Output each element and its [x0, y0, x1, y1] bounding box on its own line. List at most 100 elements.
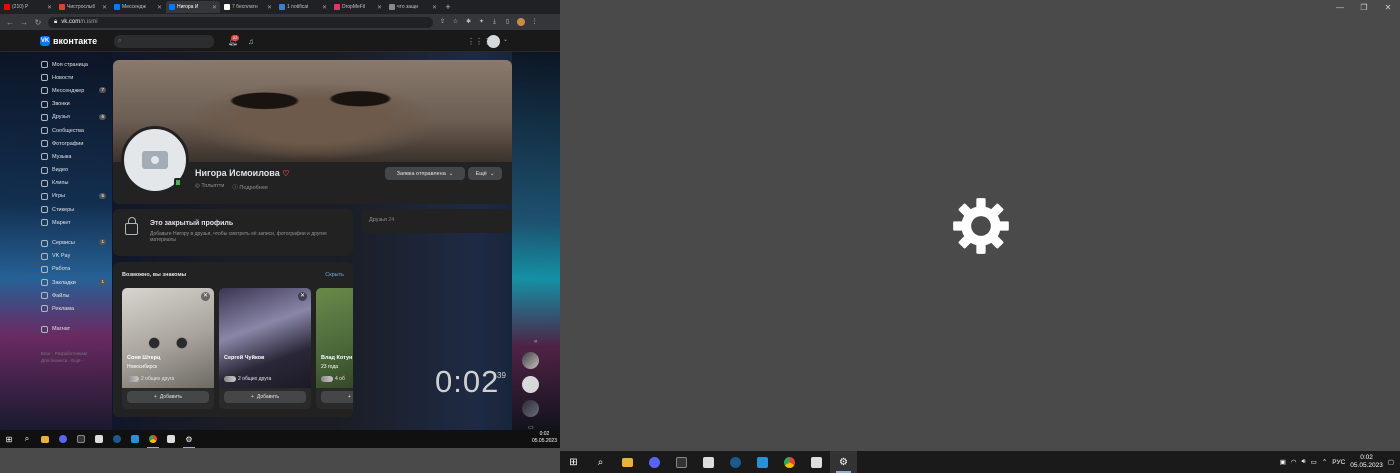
- windows-start-icon[interactable]: ⊞: [0, 430, 18, 448]
- hide-suggestions-link[interactable]: Скрыть: [325, 272, 344, 278]
- music-icon[interactable]: ♫: [248, 37, 254, 46]
- search-input[interactable]: ⌕: [114, 35, 214, 48]
- steam-icon[interactable]: [108, 430, 126, 448]
- sidebar-item[interactable]: Новости: [38, 71, 110, 84]
- download-icon[interactable]: ⤓: [491, 19, 498, 26]
- close-icon[interactable]: ✕: [212, 4, 217, 11]
- new-tab-button[interactable]: +: [443, 2, 453, 12]
- add-friend-button[interactable]: +Добавить: [321, 391, 353, 403]
- notion-icon[interactable]: [668, 451, 695, 473]
- sidepanel-icon[interactable]: ▯: [504, 19, 511, 26]
- close-icon[interactable]: ✕: [432, 4, 437, 11]
- sidebar-footer[interactable]: Блог · Разработчикам Для бизнеса · Ещё ·: [38, 350, 110, 364]
- browser-tab[interactable]: Мессендж ✕: [111, 1, 165, 13]
- vscode-icon[interactable]: [749, 451, 776, 473]
- search-icon[interactable]: ⌕: [18, 430, 36, 448]
- browser-tab[interactable]: что защи ✕: [386, 1, 440, 13]
- address-bar[interactable]: 🔒︎ vk.com/n.ismi: [48, 16, 433, 28]
- settings-icon[interactable]: ⚙: [180, 430, 198, 448]
- sidebar-item[interactable]: Работа: [38, 263, 110, 276]
- chat-avatar[interactable]: [522, 352, 539, 369]
- sidebar-item[interactable]: Музыка: [38, 150, 110, 163]
- suggestion-card[interactable]: ✕Влад Котун23 года4 об+Добавить: [316, 288, 353, 409]
- sidebar-item[interactable]: Мессенджер 7: [38, 84, 110, 97]
- search-icon[interactable]: ⌕: [587, 451, 614, 473]
- browser-tab[interactable]: 1 notificat ✕: [276, 1, 330, 13]
- file-explorer-icon[interactable]: [36, 430, 54, 448]
- discord-icon[interactable]: [641, 451, 668, 473]
- suggestion-card[interactable]: ✕ Соня Штерц Новосибирск 2 общих друга + Доба…: [122, 288, 214, 409]
- maximize-icon[interactable]: ❐: [1352, 0, 1376, 16]
- avatar[interactable]: [487, 35, 500, 48]
- app-icon[interactable]: [162, 430, 180, 448]
- star-icon[interactable]: ☆: [452, 19, 459, 26]
- sidebar-item[interactable]: Игры 6: [38, 190, 110, 203]
- profile-avatar[interactable]: [517, 18, 525, 26]
- menu-icon[interactable]: ⋮: [531, 19, 538, 26]
- chrome-icon[interactable]: [144, 430, 162, 448]
- browser-tab[interactable]: (210) P ✕: [1, 1, 55, 13]
- close-icon[interactable]: ✕: [201, 292, 210, 301]
- app-icon[interactable]: [695, 451, 722, 473]
- friend-request-button[interactable]: Заявка отправлена ⌄: [385, 167, 465, 180]
- close-icon[interactable]: ✕: [267, 4, 272, 11]
- chevron-down-icon[interactable]: ⌄: [503, 36, 508, 43]
- back-icon[interactable]: ←: [6, 18, 14, 27]
- windows-start-icon[interactable]: ⊞: [560, 451, 587, 473]
- suggestion-card[interactable]: ✕ Сергей Чуйков 2 общих друга + Добавить: [219, 288, 311, 409]
- chrome-icon[interactable]: [776, 451, 803, 473]
- more-button[interactable]: Ещё ⌄: [468, 167, 502, 180]
- language-indicator[interactable]: РУС: [1332, 459, 1345, 466]
- settings-icon[interactable]: ⚙: [830, 451, 857, 473]
- add-friend-button[interactable]: +Добавить: [127, 391, 209, 403]
- sidebar-item[interactable]: Файлы: [38, 289, 110, 302]
- sidebar-item[interactable]: Магнат: [38, 323, 110, 336]
- sidebar-item[interactable]: Фотографии: [38, 137, 110, 150]
- browser-tab[interactable]: DropMeFil ✕: [331, 1, 385, 13]
- browser-tab[interactable]: 7 бесплатн ✕: [221, 1, 275, 13]
- sidebar-item[interactable]: Реклама: [38, 302, 110, 315]
- wifi-icon[interactable]: ◠: [1291, 458, 1297, 466]
- chat-avatar[interactable]: [522, 400, 539, 417]
- taskbar-clock[interactable]: 0:02 05.05.2023: [532, 431, 557, 445]
- file-explorer-icon[interactable]: [614, 451, 641, 473]
- chevron-up-icon[interactable]: ⌃: [1322, 458, 1327, 466]
- app-icon[interactable]: [803, 451, 830, 473]
- volume-icon[interactable]: 🔊︎: [1302, 458, 1306, 466]
- extension-icon[interactable]: ✦: [478, 19, 485, 26]
- close-icon[interactable]: ✕: [157, 4, 162, 11]
- minimize-icon[interactable]: —: [1328, 0, 1352, 16]
- sidebar-item[interactable]: Клипы: [38, 177, 110, 190]
- close-icon[interactable]: ✕: [47, 4, 52, 11]
- taskbar-clock[interactable]: 0:02 05.05.2023: [1350, 454, 1383, 470]
- battery-icon[interactable]: ▭: [1311, 458, 1317, 466]
- notion-icon[interactable]: [72, 430, 90, 448]
- steam-icon[interactable]: [722, 451, 749, 473]
- sidebar-item[interactable]: Сервисы 1: [38, 236, 110, 249]
- close-icon[interactable]: ✕: [102, 4, 107, 11]
- sidebar-item[interactable]: Моя страница: [38, 58, 110, 71]
- friends-card[interactable]: Друзья 24: [361, 209, 512, 233]
- browser-tab[interactable]: Нигора И ✕: [166, 1, 220, 13]
- photo-icon[interactable]: ▣: [1280, 458, 1286, 466]
- sidebar-item[interactable]: Видео: [38, 164, 110, 177]
- forward-icon[interactable]: →: [20, 18, 28, 27]
- sidebar-item[interactable]: Маркет: [38, 216, 110, 229]
- share-icon[interactable]: ⇪: [439, 19, 446, 26]
- sidebar-item[interactable]: Друзья 6: [38, 111, 110, 124]
- notifications-icon[interactable]: ▢: [1388, 458, 1394, 466]
- sidebar-item[interactable]: Звонки: [38, 98, 110, 111]
- close-icon[interactable]: ✕: [298, 292, 307, 301]
- extensions-icon[interactable]: ✱: [465, 19, 472, 26]
- vk-logo[interactable]: VK вконтакте: [40, 36, 97, 46]
- sidebar-item[interactable]: VK Pay: [38, 250, 110, 263]
- chevron-left-icon[interactable]: «: [534, 339, 537, 345]
- add-friend-button[interactable]: +Добавить: [224, 391, 306, 403]
- app-icon[interactable]: [90, 430, 108, 448]
- sidebar-item[interactable]: Стикеры: [38, 203, 110, 216]
- chat-avatar[interactable]: [522, 376, 539, 393]
- close-icon[interactable]: ✕: [377, 4, 382, 11]
- sidebar-item[interactable]: Сообщества: [38, 124, 110, 137]
- vscode-icon[interactable]: [126, 430, 144, 448]
- reload-icon[interactable]: ↻: [34, 18, 42, 27]
